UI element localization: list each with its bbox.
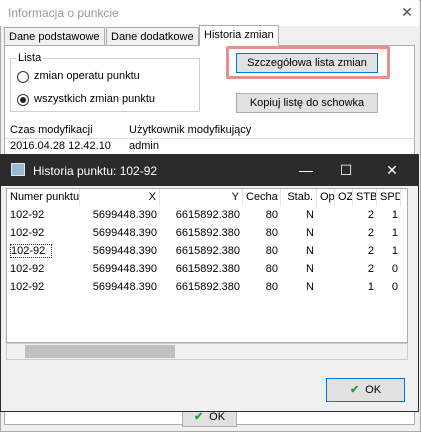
ok-label: OK (365, 384, 382, 396)
cell-y: 6615892.380 (175, 245, 240, 257)
grid-cell-user: admin (129, 140, 159, 152)
col-oz[interactable]: OZ (335, 189, 353, 206)
history-table: Numer punktu X Y Cecha Stab. Op OZ STB S… (6, 188, 408, 343)
cell-numer: 102-92 (10, 281, 45, 293)
cell-numer: 102-92 (10, 209, 45, 221)
close-icon[interactable]: ✕ (380, 159, 404, 181)
lista-group-label: Lista (16, 52, 44, 64)
cell-x: 5699448.390 (92, 245, 157, 257)
col-cecha[interactable]: Cecha (243, 189, 281, 206)
table-row[interactable]: 102-92 5699448.390 6615892.380 80 N 1 0 (7, 278, 407, 296)
cell-numer-focused: 102-92 (8, 242, 54, 260)
cell-cecha: 80 (265, 263, 278, 275)
cell-spd: 0 (391, 281, 398, 293)
radio-operator[interactable] (17, 71, 29, 83)
cell-y: 6615892.380 (175, 263, 240, 275)
cell-stab: N (306, 209, 314, 221)
scrollbar-thumb[interactable] (25, 345, 175, 358)
cell-spd: 1 (391, 227, 398, 239)
inner-window-title: Historia punktu: 102-92 (33, 164, 158, 178)
col-stb[interactable]: STB (353, 189, 377, 206)
cell-spd: 1 (391, 245, 398, 257)
table-row[interactable]: 102-92 5699448.390 6615892.380 80 N 2 0 (7, 260, 407, 278)
table-row[interactable]: 102-92 5699448.390 6615892.380 80 N 2 1 (7, 224, 407, 242)
window-app-icon (11, 163, 25, 176)
inner-title-bar: Historia punktu: 102-92 — ☐ ✕ (1, 155, 418, 186)
history-grid-row[interactable]: 2016.04.28 12.42.10 admin (5, 138, 414, 153)
cell-spd: 0 (391, 263, 398, 275)
cell-spd: 1 (391, 209, 398, 221)
cell-y: 6615892.380 (175, 281, 240, 293)
grid-col-time[interactable]: Czas modyfikacji (10, 124, 93, 136)
cell-y: 6615892.380 (175, 209, 240, 221)
radio-all-label[interactable]: wszystkich zmian punktu (34, 93, 155, 105)
cell-x: 5699448.390 (92, 263, 157, 275)
outer-title-bar: Informacja o punkcie ✕ (0, 0, 419, 26)
cell-cecha: 80 (265, 281, 278, 293)
cell-stab: N (306, 227, 314, 239)
check-icon: ✔ (349, 384, 360, 396)
table-row[interactable]: 102-92 5699448.390 6615892.380 80 N 2 1 (7, 242, 407, 260)
cell-cecha: 80 (265, 209, 278, 221)
cell-stb: 2 (367, 263, 374, 275)
maximize-icon[interactable]: ☐ (334, 159, 358, 181)
cell-x: 5699448.390 (92, 281, 157, 293)
col-stab[interactable]: Stab. (281, 189, 317, 206)
outer-window-title: Informacja o punkcie (8, 6, 119, 20)
horizontal-scrollbar[interactable] (6, 343, 408, 360)
grid-cell-time: 2016.04.28 12.42.10 (10, 140, 111, 152)
cell-x: 5699448.390 (92, 209, 157, 221)
cell-cecha: 80 (265, 227, 278, 239)
tab-historia-zmian[interactable]: Historia zmian (199, 25, 279, 46)
grid-col-user[interactable]: Użytkownik modyfikujący (129, 124, 251, 136)
table-row[interactable]: 102-92 5699448.390 6615892.380 80 N 2 1 (7, 206, 407, 224)
col-x[interactable]: X (80, 189, 160, 206)
detailed-list-button[interactable]: Szczegółowa lista zmian (236, 53, 378, 73)
col-spd[interactable]: SPD (377, 189, 401, 206)
tab-dane-podstawowe[interactable]: Dane podstawowe (4, 27, 105, 45)
radio-operator-label[interactable]: zmian operatu punktu (34, 70, 140, 82)
cell-stab: N (306, 263, 314, 275)
history-grid-header: Czas modyfikacji Użytkownik modyfikujący (5, 121, 414, 139)
col-y[interactable]: Y (160, 189, 243, 206)
radio-all[interactable] (17, 94, 29, 106)
outer-close-icon[interactable]: ✕ (398, 3, 416, 21)
tab-dane-dodatkowe[interactable]: Dane dodatkowe (106, 27, 199, 45)
col-op[interactable]: Op (317, 189, 335, 206)
cell-numer: 102-92 (10, 227, 45, 239)
cell-stb: 2 (367, 245, 374, 257)
cell-x: 5699448.390 (92, 227, 157, 239)
col-extra (401, 189, 407, 206)
cell-cecha: 80 (265, 245, 278, 257)
ok-button[interactable]: ✔ OK (326, 378, 405, 402)
check-icon: ✔ (193, 411, 204, 423)
outer-ok-label: OK (209, 411, 226, 423)
cell-stab: N (306, 245, 314, 257)
minimize-icon[interactable]: — (294, 159, 318, 181)
cell-stb: 2 (367, 209, 374, 221)
radio-selected-dot (20, 97, 26, 103)
cell-stab: N (306, 281, 314, 293)
col-numer-punktu[interactable]: Numer punktu (7, 189, 80, 206)
cell-stb: 1 (367, 281, 374, 293)
cell-numer: 102-92 (10, 263, 45, 275)
copy-list-button[interactable]: Kopiuj listę do schowka (236, 93, 378, 113)
cell-stb: 2 (367, 227, 374, 239)
cell-y: 6615892.380 (175, 227, 240, 239)
